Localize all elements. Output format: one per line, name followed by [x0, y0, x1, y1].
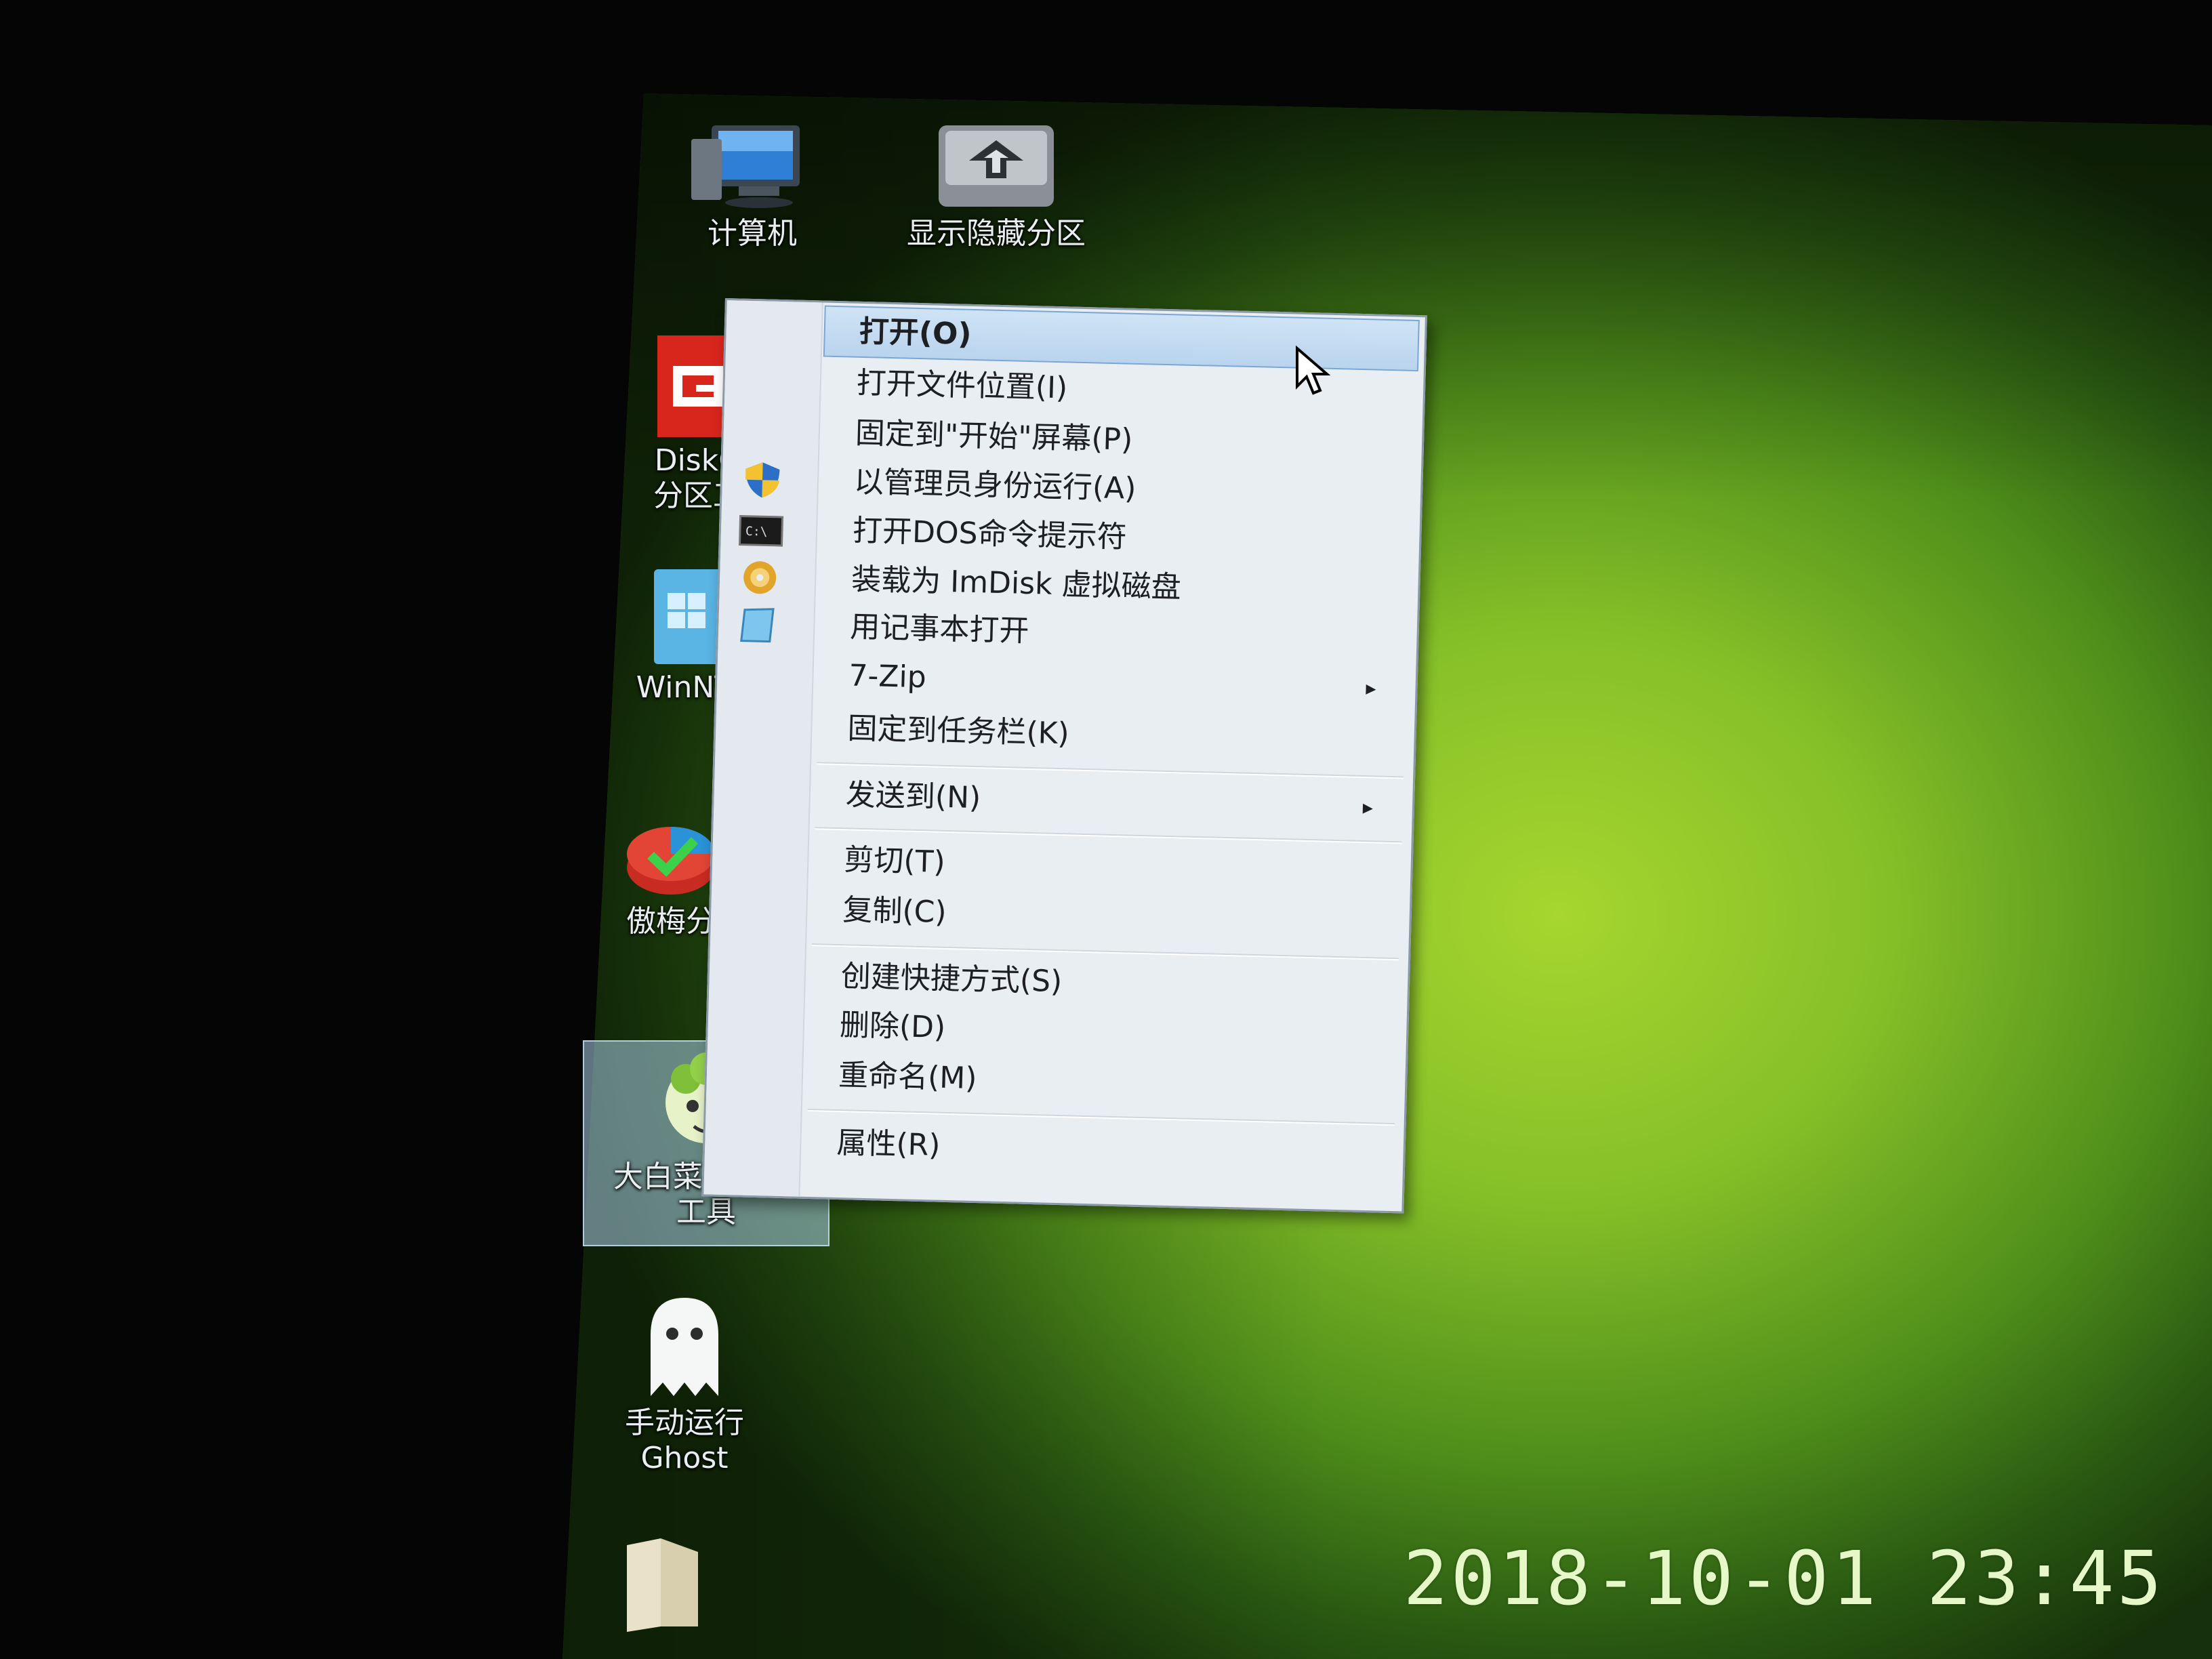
menu-item-label: 装载为 ImDisk 虚拟磁盘 [851, 562, 1182, 605]
desktop-icon-label: 显示隐藏分区 [907, 216, 1086, 251]
disc-icon [743, 561, 777, 594]
menu-item-label: 固定到"开始"屏幕(P) [855, 415, 1133, 457]
partition-assistant-icon [627, 827, 715, 895]
menu-item-label: 剪切(T) [843, 842, 946, 880]
menu-item-label: 打开(O) [859, 314, 972, 352]
desktop-icon-computer[interactable]: 计算机 [671, 119, 834, 251]
svg-text:C:\: C:\ [745, 525, 768, 539]
desktop-icon-ghost[interactable]: 手动运行 Ghost [596, 1288, 773, 1476]
folder-icon [627, 1538, 698, 1632]
notepad-icon [740, 608, 775, 643]
menu-item-label: 复制(C) [842, 893, 947, 930]
menu-item-label: 固定到任务栏(K) [846, 711, 1070, 752]
menu-item-label: 7-Zip [848, 658, 927, 695]
desktop-icon-label: Ghost [640, 1441, 729, 1475]
menu-item-label: 用记事本打开 [849, 609, 1030, 649]
desktop-icon-show-hidden-partition[interactable]: 显示隐藏分区 [874, 119, 1118, 251]
ghost-icon [651, 1298, 718, 1396]
submenu-arrow-icon: ▸ [1366, 676, 1376, 701]
computer-icon [691, 125, 800, 208]
photo-timestamp: 2018-10-01 23:45 [1403, 1535, 2165, 1622]
menu-item-send-to[interactable]: 发送到(N) ▸ [811, 770, 1408, 833]
menu-item-label: 打开文件位置(I) [856, 365, 1068, 406]
menu-item-label: 重命名(M) [838, 1058, 978, 1097]
desktop-icon-folder[interactable] [607, 1532, 715, 1636]
menu-item-pin-to-taskbar[interactable]: 固定到任务栏(K) [813, 703, 1410, 766]
submenu-arrow-icon: ▸ [1362, 796, 1374, 820]
desktop-icon-label: 工具 [676, 1195, 736, 1229]
cmd-icon: C:\ [738, 515, 784, 547]
menu-item-label: 删除(D) [839, 1008, 946, 1045]
desktop-icon-label: 手动运行 [625, 1406, 744, 1440]
menu-item-label: 打开DOS命令提示符 [852, 513, 1128, 555]
menu-item-label: 发送到(N) [845, 777, 981, 816]
menu-item-label: 以管理员身份运行(A) [853, 464, 1137, 506]
menu-item-label: 属性(R) [836, 1126, 941, 1163]
menu-item-properties[interactable]: 属性(R) [802, 1118, 1399, 1181]
menu-item-label: 创建快捷方式(S) [840, 959, 1063, 1000]
mouse-pointer-icon [1296, 346, 1331, 395]
partition-arrow-icon [939, 125, 1054, 207]
desktop-icon-label: 计算机 [708, 216, 797, 251]
uac-shield-icon [745, 462, 780, 498]
context-menu: 打开(O) 打开文件位置(I) 固定到"开始"屏幕(P) 以管理员身份运行(A)… [701, 298, 1427, 1214]
